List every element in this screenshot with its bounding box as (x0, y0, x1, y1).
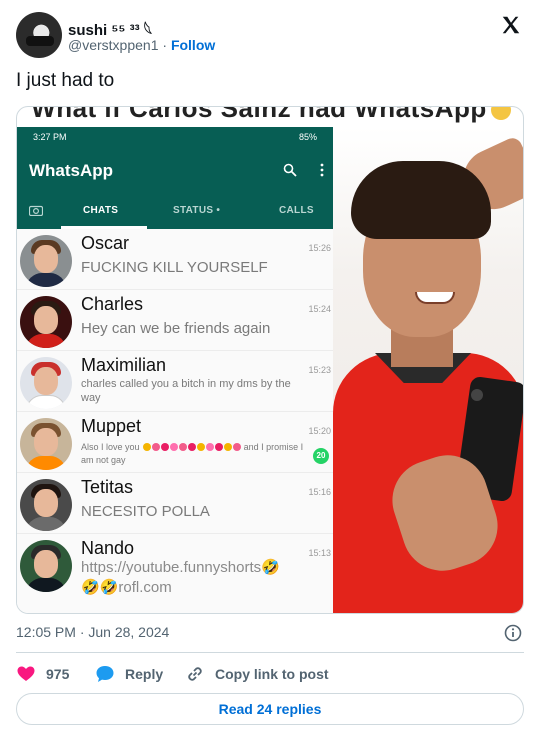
unread-badge: 20 (313, 448, 329, 464)
read-replies-button[interactable]: Read 24 replies (16, 693, 524, 725)
meme-caption-text: What if Carlos Sainz had WhatsApp (31, 106, 487, 123)
contact-name: Tetitas (81, 477, 134, 497)
heart-emojis (142, 442, 244, 452)
contact-name: Oscar (81, 233, 130, 253)
list-item: Muppet 15:20 Also I love you and I promi… (17, 412, 333, 473)
info-icon[interactable] (504, 624, 522, 642)
contact-name: Maximilian (81, 355, 167, 375)
contact-name: Muppet (81, 416, 142, 436)
message-preview: Hey can we be friends again (81, 320, 271, 337)
app-title: WhatsApp (29, 161, 114, 180)
list-item: Maximilian 15:23 charles called you a bi… (17, 351, 333, 412)
avatar (20, 418, 72, 470)
follow-link[interactable]: Follow (171, 37, 215, 53)
avatar (20, 540, 72, 592)
tab-chats: CHATS (83, 205, 119, 216)
list-item: Nando 15:13 https://youtube.funnyshorts🤣… (17, 534, 333, 613)
status-time: 3:27 PM (33, 132, 67, 142)
search-icon (283, 163, 297, 177)
reply-button[interactable]: Reply (95, 662, 163, 686)
message-preview: NECESITO POLLA (81, 503, 210, 520)
avatar (20, 296, 72, 348)
laughing-emoji-icon (490, 107, 511, 121)
user-handle[interactable]: @verstxppen1 (68, 37, 158, 53)
user-handle-row: @verstxppen1 · Follow (68, 37, 215, 53)
message-time: 15:13 (308, 548, 331, 558)
link-icon (188, 667, 202, 681)
tweet-text: I just had to (16, 70, 115, 91)
camera-icon (29, 205, 43, 216)
chat-list: Oscar 15:26 FUCKING KILL YOURSELF Charle… (17, 229, 333, 613)
message-time: 15:26 (308, 243, 331, 253)
driver-photo (333, 127, 523, 613)
message-time: 15:23 (308, 365, 331, 375)
tab-status: STATUS • (173, 205, 221, 216)
like-button[interactable]: 975 (16, 662, 69, 686)
status-bar: 3:27 PM 85% (17, 127, 333, 149)
x-logo-icon[interactable] (500, 14, 522, 36)
message-time: 15:24 (308, 304, 331, 314)
speech-bubble-icon (96, 666, 114, 682)
avatar (20, 479, 72, 531)
heart-icon (17, 666, 35, 681)
tab-calls: CALLS (279, 205, 314, 216)
app-bar: WhatsApp (17, 149, 333, 193)
list-item: Tetitas 15:16 NECESITO POLLA (17, 473, 333, 534)
list-item: Oscar 15:26 FUCKING KILL YOURSELF (17, 229, 333, 290)
message-preview: Also I love you and I promise I am not g… (81, 441, 313, 467)
message-line-1: https://youtube.funnyshorts🤣 (81, 559, 280, 576)
message-preview: FUCKING KILL YOURSELF (81, 259, 268, 276)
battery-level: 85% (298, 132, 317, 142)
tab-bar: CHATS STATUS • CALLS (17, 193, 333, 229)
contact-name: Charles (81, 294, 144, 314)
list-item: Charles 15:24 Hey can we be friends agai… (17, 290, 333, 351)
contact-name: Nando (81, 538, 135, 558)
message-preview: charles called you a bitch in my dms by … (81, 378, 291, 404)
message-line-2: 🤣🤣rofl.com (81, 579, 172, 596)
action-bar: 975 Reply Copy link to post (16, 662, 524, 686)
meme-caption: What if Carlos Sainz had WhatsApp (17, 106, 523, 123)
message-start: Also I love you (81, 442, 140, 452)
separator: · (162, 37, 168, 53)
tweet-header: sushi ⁵⁵ ³³ 𓆩 @verstxppen1 · Follow (16, 10, 524, 62)
avatar (20, 357, 72, 409)
reply-label: Reply (125, 666, 164, 682)
message-preview: https://youtube.funnyshorts🤣 🤣🤣rofl.com (81, 558, 317, 598)
message-time: 15:20 (308, 426, 331, 436)
avatar[interactable] (16, 12, 62, 58)
message-time: 15:16 (308, 487, 331, 497)
copy-link-button[interactable]: Copy link to post (185, 662, 329, 686)
whatsapp-screenshot: 3:27 PM 85% WhatsApp CHATS STATUS • CALL… (17, 127, 333, 613)
divider (16, 652, 524, 653)
copy-link-label: Copy link to post (215, 666, 329, 682)
likes-count: 975 (46, 666, 70, 682)
avatar (20, 235, 72, 287)
more-icon (320, 163, 324, 177)
tweet-media[interactable]: What if Carlos Sainz had WhatsApp 3:27 P… (16, 106, 524, 614)
timestamp[interactable]: 12:05 PM · Jun 28, 2024 (16, 624, 169, 640)
